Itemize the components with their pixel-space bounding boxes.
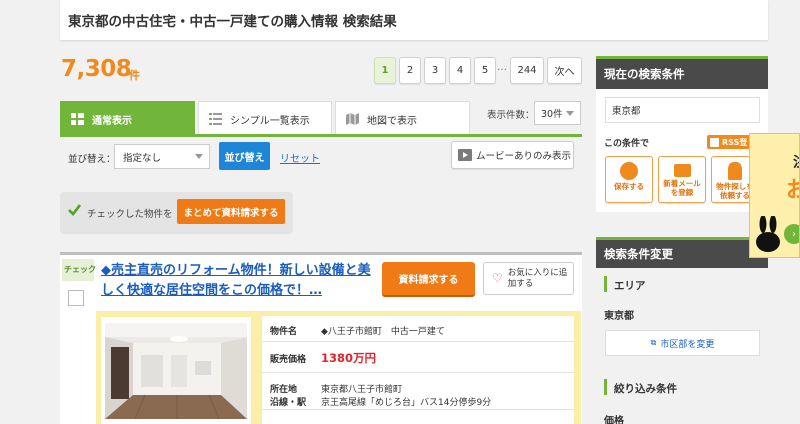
- movie-only-label: ムービーありのみ表示: [476, 151, 572, 162]
- heart-icon: ♡: [492, 271, 503, 285]
- sort-button[interactable]: 並び替え: [219, 142, 270, 170]
- area-label: エリア: [614, 280, 646, 292]
- map-icon: [346, 113, 359, 125]
- save-condition-button[interactable]: 保存する: [605, 156, 653, 203]
- mail-icon: [673, 164, 691, 177]
- request-info-button[interactable]: 資料請求する: [382, 262, 475, 295]
- movie-icon: [458, 149, 472, 161]
- next-page-button[interactable]: 次へ: [547, 57, 582, 84]
- rss-icon: [710, 137, 719, 147]
- movie-only-button[interactable]: ムービーありのみ表示: [451, 141, 574, 169]
- change-conditions-title: 検索条件変更: [596, 240, 768, 268]
- spec-val-line: 京王高尾線「めじろ台」バス14分停歩9分: [321, 398, 492, 408]
- header-card: 東京都の中古住宅・中古一戸建ての購入情報 検索結果: [60, 0, 768, 40]
- new-mail-label: 新着メールを登録: [663, 179, 701, 197]
- save-icon: [620, 162, 638, 180]
- floating-ad[interactable]: 注 お ›: [749, 133, 800, 258]
- tab-simple-list[interactable]: シンプル一覧表示: [198, 101, 332, 136]
- add-favorite-button[interactable]: ♡ お気に入りに追加する: [483, 262, 574, 295]
- price-filter-label: 価格: [604, 416, 624, 424]
- spec-row-price: [262, 342, 574, 373]
- tab-label: 地図で表示: [367, 115, 417, 127]
- chevron-right-icon: ›: [784, 224, 799, 244]
- result-count: 7,308: [61, 56, 132, 82]
- sort-value: 指定なし: [123, 152, 162, 164]
- condition-action-label: この条件で: [604, 139, 650, 149]
- list-icon: [209, 113, 222, 125]
- page-5-button[interactable]: 5: [474, 57, 496, 84]
- rabbit-icon: [756, 216, 780, 252]
- page-1-button[interactable]: 1: [374, 57, 396, 84]
- check-tag-label: チェック: [64, 265, 96, 274]
- tab-normal-view[interactable]: 通常表示: [60, 101, 195, 136]
- display-count-select[interactable]: 30件: [534, 101, 581, 125]
- tab-label: シンプル一覧表示: [230, 115, 310, 127]
- rss-label: RSS登: [722, 137, 748, 147]
- page-3-button[interactable]: 3: [424, 57, 446, 84]
- display-count-label: 表示件数：: [487, 110, 535, 121]
- chevron-down-icon: [195, 154, 203, 159]
- spec-val-price: 1380万円: [321, 351, 377, 365]
- result-count-unit: 件: [129, 69, 140, 82]
- bulk-request-button[interactable]: まとめて資料請求する: [177, 199, 285, 224]
- bulk-request-text: チェックした物件を: [87, 209, 173, 220]
- external-link-icon: ⧉: [650, 338, 657, 347]
- page-2-button[interactable]: 2: [399, 57, 421, 84]
- pref-value: 東京都: [604, 311, 634, 322]
- property-photo[interactable]: [105, 323, 247, 419]
- filter-label: 絞り込み条件: [614, 383, 677, 395]
- pagination-ellipsis: …: [497, 62, 507, 73]
- spec-key-line: 沿線・駅: [270, 398, 307, 408]
- sort-label: 並び替え：: [68, 154, 116, 165]
- current-conditions-title: 現在の検索条件: [596, 59, 768, 89]
- page-last-button[interactable]: 244: [510, 57, 544, 84]
- current-condition-value: 東京都: [605, 97, 760, 123]
- spec-val-location: 東京都八王子市館町: [321, 385, 403, 395]
- change-city-button[interactable]: ⧉ 市区部を変更: [605, 330, 760, 356]
- page-4-button[interactable]: 4: [449, 57, 471, 84]
- save-condition-label: 保存する: [614, 182, 644, 191]
- spec-key-price: 販売価格: [270, 355, 307, 365]
- spec-key-location: 所在地: [270, 385, 298, 395]
- listing-checkbox[interactable]: [68, 290, 84, 306]
- check-icon: [68, 204, 81, 216]
- page-title: 東京都の中古住宅・中古一戸建ての購入情報 検索結果: [68, 14, 397, 30]
- ad-glyph-top: 注: [793, 152, 799, 172]
- spec-row-divider: [262, 409, 574, 410]
- grid-icon: [71, 113, 84, 125]
- change-city-label: 市区部を変更: [660, 339, 715, 350]
- spec-val-name: ◆八王子市館町 中古一戸建て: [321, 327, 445, 337]
- reset-link[interactable]: リセット: [280, 150, 320, 165]
- listing-title-link[interactable]: ◆売主直売のリフォーム物件！新しい設備と美しく快適な居住空間をこの価格で！…: [101, 261, 371, 301]
- area-marker: [604, 276, 607, 292]
- tab-label: 通常表示: [92, 115, 132, 127]
- chevron-down-icon: [566, 111, 574, 116]
- spec-key-name: 物件名: [270, 327, 298, 337]
- display-count-value: 30件: [541, 109, 563, 120]
- sort-select[interactable]: 指定なし: [114, 144, 210, 169]
- tab-map-view[interactable]: 地図で表示: [335, 101, 470, 136]
- filter-marker: [604, 379, 607, 395]
- person-icon: [728, 162, 742, 180]
- new-mail-button[interactable]: 新着メールを登録: [658, 156, 706, 203]
- add-favorite-label: お気に入りに追加する: [507, 267, 568, 289]
- ad-glyph-main: お: [786, 172, 799, 204]
